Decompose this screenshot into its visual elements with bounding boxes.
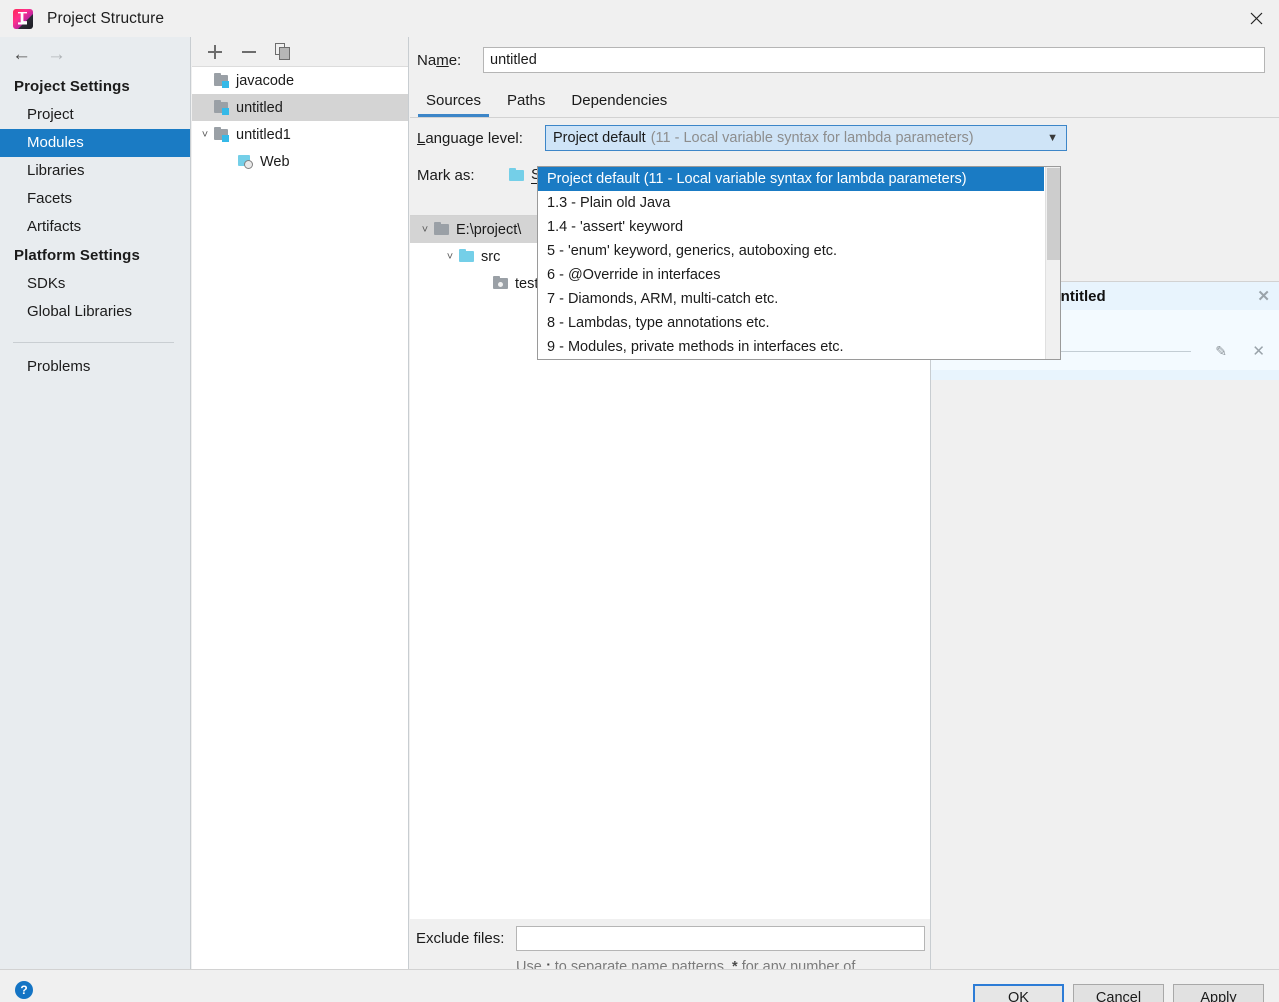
pencil-icon[interactable]: ✎ (1215, 343, 1227, 360)
module-tree-item-label: Web (260, 153, 290, 170)
content-tree-row-label: test (515, 275, 539, 292)
language-level-option[interactable]: 1.4 - 'assert' keyword (538, 215, 1044, 239)
apply-button[interactable]: Apply (1173, 984, 1264, 1002)
exclude-files-input[interactable] (516, 925, 925, 951)
arrow-left-icon[interactable]: ← (12, 45, 31, 64)
sidebar-item-modules[interactable]: Modules (0, 129, 190, 157)
module-tree-item-untitled[interactable]: ˅ untitled (192, 94, 408, 121)
module-tree-item-javacode[interactable]: ˅ javacode (192, 67, 408, 94)
ok-button[interactable]: OK (973, 984, 1064, 1002)
name-row: Name: (410, 37, 1279, 83)
close-icon[interactable] (1233, 0, 1279, 37)
module-folder-icon (214, 73, 231, 88)
sidebar-item-artifacts[interactable]: Artifacts (0, 213, 190, 241)
settings-sidebar: ← → Project Settings Project Modules Lib… (0, 37, 191, 969)
chevron-down-icon[interactable]: ˅ (441, 251, 459, 263)
mark-as-label: Mark as: (417, 166, 475, 184)
language-level-option[interactable]: 9 - Modules, private methods in interfac… (538, 335, 1044, 359)
close-small-icon[interactable]: ✕ (1252, 342, 1265, 360)
plus-icon[interactable] (206, 43, 224, 61)
nav-group-platform-settings: Platform Settings (14, 247, 140, 264)
minus-icon[interactable] (240, 43, 258, 61)
sidebar-item-facets[interactable]: Facets (0, 185, 190, 213)
copy-icon[interactable] (274, 42, 292, 61)
language-level-option[interactable]: Project default (11 - Local variable syn… (538, 167, 1044, 191)
intellij-idea-icon (13, 8, 33, 29)
language-level-row: Language level: Project default (11 - Lo… (410, 118, 1279, 158)
language-level-option[interactable]: 1.3 - Plain old Java (538, 191, 1044, 215)
cancel-button[interactable]: Cancel (1073, 984, 1164, 1002)
language-level-option[interactable]: 5 - 'enum' keyword, generics, autoboxing… (538, 239, 1044, 263)
name-label: Name: (417, 51, 462, 69)
sidebar-item-global-libraries[interactable]: Global Libraries (0, 298, 190, 326)
editor-tabs: Sources Paths Dependencies (410, 83, 1279, 118)
tab-sources[interactable]: Sources (417, 92, 490, 117)
modules-toolbar (192, 37, 408, 67)
nav-history-controls: ← → (0, 37, 190, 72)
close-small-icon[interactable]: ✕ (1257, 287, 1270, 305)
content-tree-row-label: src (481, 248, 501, 265)
chevron-down-icon[interactable]: ˅ (196, 129, 214, 141)
module-folder-icon (214, 100, 231, 115)
chevron-down-icon[interactable]: ▼ (1047, 126, 1058, 150)
chevron-down-icon[interactable]: ˅ (416, 224, 434, 236)
modules-tree-panel: ˅ javacode ˅ untitled ˅ untitled1 Web (192, 37, 409, 969)
module-tree-item-label: untitled1 (236, 126, 291, 143)
language-level-combobox[interactable]: Project default (11 - Local variable syn… (545, 125, 1067, 151)
sidebar-item-libraries[interactable]: Libraries (0, 157, 190, 185)
dropdown-scrollbar-thumb[interactable] (1047, 168, 1060, 260)
sources-folder-icon (509, 167, 526, 183)
language-level-dropdown[interactable]: Project default (11 - Local variable syn… (537, 166, 1061, 360)
language-level-option[interactable]: 8 - Lambdas, type annotations etc. (538, 311, 1044, 335)
module-tree-item-label: javacode (236, 72, 295, 89)
language-level-value-strong: Project default (553, 130, 646, 146)
content-tree-row-label: E:\project\ (456, 221, 522, 238)
project-structure-dialog: Project Structure ← → Project Settings P… (0, 0, 1279, 1002)
dialog-button-bar: ? OK Cancel Apply (0, 969, 1279, 1002)
language-level-option[interactable]: 7 - Diamonds, ARM, multi-catch etc. (538, 287, 1044, 311)
language-level-option[interactable]: 6 - @Override in interfaces (538, 263, 1044, 287)
roots-panel-strip (931, 370, 1279, 380)
module-tree-item-web[interactable]: Web (192, 148, 408, 175)
window-title: Project Structure (47, 9, 165, 27)
folder-cyan-icon (459, 249, 476, 264)
module-tree-item-label: untitled (236, 99, 283, 116)
help-icon[interactable]: ? (15, 981, 33, 999)
module-tree-item-untitled1[interactable]: ˅ untitled1 (192, 121, 408, 148)
web-facet-icon (238, 154, 255, 169)
language-level-value-dim: (11 - Local variable syntax for lambda p… (650, 130, 974, 146)
sidebar-item-project[interactable]: Project (0, 101, 190, 129)
tab-paths[interactable]: Paths (507, 92, 545, 117)
module-folder-icon (214, 127, 231, 142)
language-level-label: Language level: (417, 129, 523, 147)
dropdown-scrollbar[interactable] (1045, 167, 1060, 359)
sidebar-item-problems[interactable]: Problems (0, 353, 190, 381)
name-input[interactable] (483, 47, 1265, 73)
title-bar: Project Structure (0, 0, 1279, 37)
folder-grey-icon (434, 222, 451, 237)
arrow-right-icon[interactable]: → (47, 45, 66, 64)
language-level-option-list: Project default (11 - Local variable syn… (538, 167, 1044, 359)
test-folder-icon (493, 276, 510, 291)
sidebar-item-sdks[interactable]: SDKs (0, 270, 190, 298)
tab-dependencies[interactable]: Dependencies (571, 92, 667, 117)
exclude-files-row: Exclude files: (410, 919, 930, 957)
exclude-files-label: Exclude files: (416, 929, 505, 947)
sidebar-divider (13, 342, 174, 343)
nav-group-project-settings: Project Settings (14, 78, 130, 95)
